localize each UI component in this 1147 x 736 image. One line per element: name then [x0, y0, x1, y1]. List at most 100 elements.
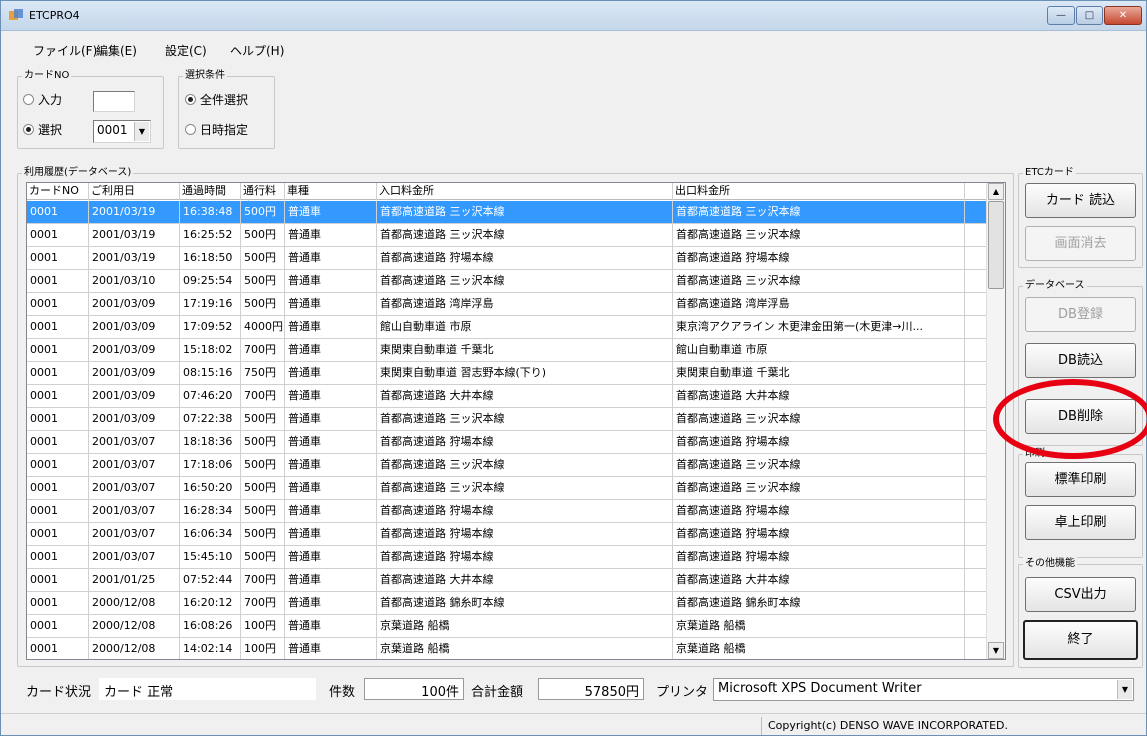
table-cell: 普通車	[285, 293, 377, 315]
condition-legend: 選択条件	[183, 69, 227, 83]
table-cell: 普通車	[285, 431, 377, 453]
column-header[interactable]: 車種	[285, 183, 377, 200]
table-row[interactable]: 0001 2001/03/07 17:18:06 500円 普通車 首都高速道路 三ッ沢本…	[27, 454, 987, 477]
csv-export-button[interactable]: CSV出力	[1025, 577, 1136, 612]
total-label: 合計金額	[471, 685, 524, 700]
column-header[interactable]: カードNO	[27, 183, 89, 200]
maximize-button[interactable]: □	[1076, 6, 1103, 25]
column-header[interactable]: ご利用日	[89, 183, 180, 200]
table-cell: 07:52:44	[180, 569, 241, 591]
table-row[interactable]: 0001 2001/03/09 07:46:20 700円 普通車 首都高速道路 大井本線…	[27, 385, 987, 408]
table-row[interactable]: 0001 2001/03/19 16:18:50 500円 普通車 首都高速道路 狩場本線…	[27, 247, 987, 270]
radio-all[interactable]: 全件選択	[185, 92, 248, 108]
table-cell: 500円	[241, 247, 285, 269]
standard-print-button[interactable]: 標準印刷	[1025, 462, 1136, 497]
table-cell: 17:18:06	[180, 454, 241, 476]
card-read-button[interactable]: カード 読込	[1025, 183, 1136, 218]
menu-edit[interactable]: 編集(E)	[96, 42, 137, 59]
table-cell: 2000/12/08	[89, 615, 180, 637]
table-cell: 首都高速道路 三ッ沢本線	[377, 201, 673, 223]
card-status-label: カード状況	[26, 685, 92, 700]
table-row[interactable]: 0001 2001/03/19 16:25:52 500円 普通車 首都高速道路 三ッ沢本…	[27, 224, 987, 247]
table-cell: 18:18:36	[180, 431, 241, 453]
scroll-thumb[interactable]	[988, 201, 1004, 289]
count-label: 件数	[329, 685, 356, 700]
radio-select[interactable]: 選択	[23, 122, 62, 138]
history-list[interactable]: カードNOご利用日通過時間通行料金車種入口料金所出口料金所 00012001/0…	[26, 182, 1006, 660]
table-cell: 500円	[241, 546, 285, 568]
table-cell: 京葉道路 船橋	[377, 638, 673, 659]
table-cell: 東関東自動車道 習志野本線(下り)	[377, 362, 673, 384]
table-cell: 2001/03/07	[89, 477, 180, 499]
table-row[interactable]: 0001 2001/01/25 07:52:44 700円 普通車 首都高速道路 大井本線…	[27, 569, 987, 592]
column-header[interactable]: 通行料金	[241, 183, 285, 213]
scroll-down-icon[interactable]: ▼	[988, 642, 1004, 659]
table-cell: 15:18:02	[180, 339, 241, 361]
table-cell: 普通車	[285, 385, 377, 407]
table-cell: 0001	[27, 477, 89, 499]
table-cell: 2001/03/07	[89, 546, 180, 568]
desktop-print-button[interactable]: 卓上印刷	[1025, 505, 1136, 540]
clear-screen-button[interactable]: 画面消去	[1025, 226, 1136, 261]
table-cell: 500円	[241, 477, 285, 499]
card-no-combo-value: 0001	[97, 123, 128, 137]
minimize-button[interactable]: —	[1047, 6, 1075, 25]
table-row[interactable]: 0001 2001/03/07 16:50:20 500円 普通車 首都高速道路 三ッ沢本…	[27, 477, 987, 500]
radio-date[interactable]: 日時指定	[185, 122, 248, 138]
table-cell: 0001	[27, 339, 89, 361]
table-row[interactable]: 0001 2001/03/07 16:06:34 500円 普通車 首都高速道路 狩場本線…	[27, 523, 987, 546]
card-no-legend: カードNO	[22, 69, 72, 83]
table-cell: 普通車	[285, 638, 377, 659]
menu-settings[interactable]: 設定(C)	[165, 42, 207, 59]
table-cell: 2001/03/09	[89, 385, 180, 407]
table-row[interactable]: 0001 2001/03/19 16:38:48 500円 普通車 首都高速道路 三ッ沢本…	[27, 201, 987, 224]
chevron-down-icon[interactable]: ▼	[1117, 680, 1132, 699]
scroll-up-icon[interactable]: ▲	[988, 183, 1004, 200]
table-cell: 2001/03/09	[89, 293, 180, 315]
column-header[interactable]: 入口料金所	[377, 183, 673, 200]
table-row[interactable]: 0001 2001/03/10 09:25:54 500円 普通車 首都高速道路 三ッ沢本…	[27, 270, 987, 293]
table-cell: 2001/03/10	[89, 270, 180, 292]
table-cell: 館山自動車道 市原	[673, 339, 965, 361]
table-cell: 08:15:16	[180, 362, 241, 384]
table-row[interactable]: 0001 2001/03/07 18:18:36 500円 普通車 首都高速道路 狩場本線…	[27, 431, 987, 454]
table-cell: 首都高速道路 大井本線	[377, 569, 673, 591]
card-no-input-field[interactable]	[93, 91, 135, 112]
table-cell: 京葉道路 船橋	[377, 615, 673, 637]
table-row[interactable]: 0001 2001/03/09 17:09:52 4000円 普通車 館山自動車道 市原東…	[27, 316, 987, 339]
table-cell: 16:20:12	[180, 592, 241, 614]
table-row[interactable]: 0001 2001/03/07 16:28:34 500円 普通車 首都高速道路 狩場本線…	[27, 500, 987, 523]
table-cell: 京葉道路 船橋	[673, 615, 965, 637]
table-row[interactable]: 0001 2001/03/09 07:22:38 500円 普通車 首都高速道路 三ッ沢本…	[27, 408, 987, 431]
printer-combo[interactable]: Microsoft XPS Document Writer ▼	[713, 678, 1134, 701]
db-load-button[interactable]: DB読込	[1025, 343, 1136, 378]
table-cell: 07:22:38	[180, 408, 241, 430]
table-cell: 750円	[241, 362, 285, 384]
table-row[interactable]: 0001 2001/03/09 08:15:16 750円 普通車 東関東自動車道 習志野…	[27, 362, 987, 385]
table-cell: 17:09:52	[180, 316, 241, 338]
table-row[interactable]: 0001 2001/03/09 17:19:16 500円 普通車 首都高速道路 湾岸浮島…	[27, 293, 987, 316]
db-register-button[interactable]: DB登録	[1025, 297, 1136, 332]
table-row[interactable]: 0001 2000/12/08 14:02:14 100円 普通車 京葉道路 船橋 京葉道路…	[27, 638, 987, 659]
table-cell: 14:02:14	[180, 638, 241, 659]
table-row[interactable]: 0001 2000/12/08 16:08:26 100円 普通車 京葉道路 船橋 京葉道路…	[27, 615, 987, 638]
table-cell: 首都高速道路 錦糸町本線	[673, 592, 965, 614]
table-cell: 0001	[27, 293, 89, 315]
table-cell: 0001	[27, 270, 89, 292]
menu-help[interactable]: ヘルプ(H)	[230, 42, 284, 59]
table-row[interactable]: 0001 2001/03/07 15:45:10 500円 普通車 首都高速道路 狩場本線…	[27, 546, 987, 569]
card-no-combo[interactable]: 0001 ▼	[93, 120, 151, 143]
column-header[interactable]: 出口料金所	[673, 183, 965, 200]
table-cell: 普通車	[285, 339, 377, 361]
column-header[interactable]: 通過時間	[180, 183, 241, 200]
menu-bar: ファイル(F) 編集(E) 設定(C) ヘルプ(H)	[1, 39, 1146, 61]
close-button[interactable]: ✕	[1104, 6, 1142, 25]
exit-button[interactable]: 終了	[1023, 620, 1138, 660]
total-value: 57850円	[538, 678, 644, 700]
menu-file[interactable]: ファイル(F)	[33, 42, 97, 59]
table-cell: 500円	[241, 454, 285, 476]
table-row[interactable]: 0001 2000/12/08 16:20:12 700円 普通車 首都高速道路 錦糸町本…	[27, 592, 987, 615]
table-row[interactable]: 0001 2001/03/09 15:18:02 700円 普通車 東関東自動車道 千葉北…	[27, 339, 987, 362]
chevron-down-icon[interactable]: ▼	[134, 122, 149, 141]
radio-input[interactable]: 入力	[23, 92, 62, 108]
